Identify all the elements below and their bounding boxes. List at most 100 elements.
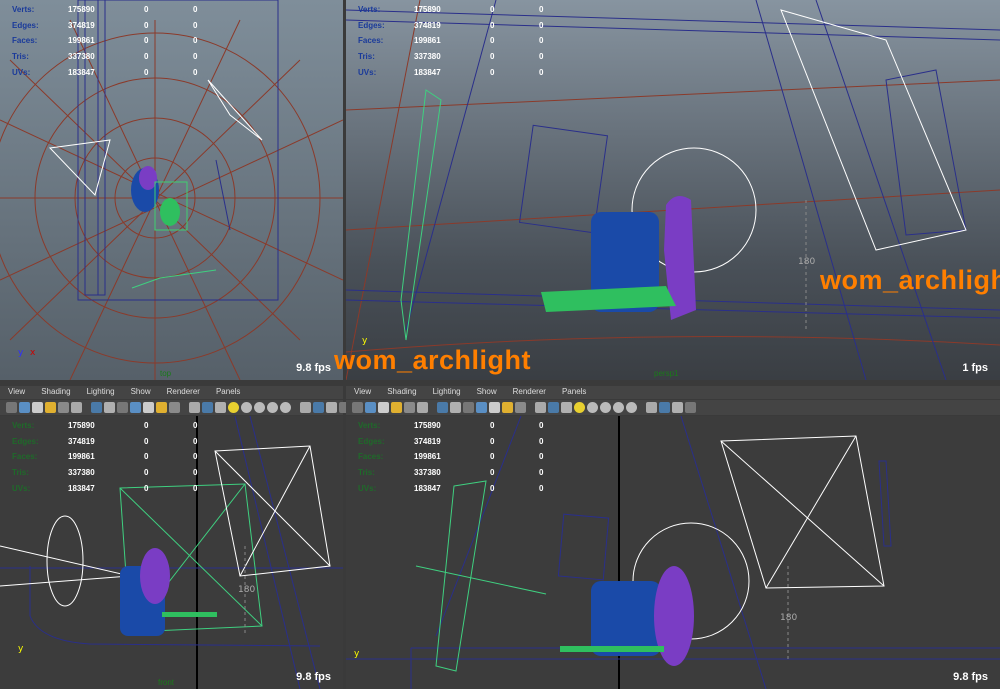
menu-lighting[interactable]: Lighting	[425, 386, 469, 399]
wireframe-icon[interactable]	[535, 402, 546, 413]
dimension-label-persp: 180	[798, 257, 815, 267]
bookmark-icon[interactable]	[378, 402, 389, 413]
stat-row: Faces: 199861 0 0	[12, 33, 233, 49]
image-plane-icon[interactable]	[45, 402, 56, 413]
menu-show[interactable]: Show	[123, 386, 159, 399]
screen-space-ao-icon[interactable]	[254, 402, 265, 413]
anti-alias-icon[interactable]	[626, 402, 637, 413]
viewport-top[interactable]: y x Verts: 175890 0 0 Edges: 374819 0 0 Faces: 19…	[0, 0, 343, 380]
resolution-gate-icon[interactable]	[463, 402, 474, 413]
xray-icon[interactable]	[313, 402, 324, 413]
smooth-shade-icon[interactable]	[548, 402, 559, 413]
fps-readout-side: 9.8 fps	[953, 671, 988, 683]
stat-value: 183847	[68, 483, 95, 493]
stat-row: Tris: 337380 0 0	[358, 465, 579, 481]
bookmark-icon[interactable]	[32, 402, 43, 413]
stat-row: Verts: 175890 0 0	[358, 418, 579, 434]
menu-show[interactable]: Show	[469, 386, 505, 399]
stats-hud-top: Verts: 175890 0 0 Edges: 374819 0 0 Faces: 199861…	[12, 2, 233, 80]
stat-value: 374819	[68, 436, 95, 446]
camera-attributes-icon[interactable]	[19, 402, 30, 413]
stat-value: 0	[490, 52, 495, 62]
stat-label: Verts:	[358, 5, 381, 14]
film-gate-icon[interactable]	[104, 402, 115, 413]
smooth-shade-icon[interactable]	[202, 402, 213, 413]
viewport-front[interactable]: 180 y Verts: 175890 0 0 Edges: 374819 0 0 Faces:…	[0, 416, 343, 689]
stat-row: Edges: 374819 0 0	[12, 18, 233, 34]
image-plane-icon[interactable]	[391, 402, 402, 413]
2d-pan-zoom-icon[interactable]	[58, 402, 69, 413]
stat-row: Edges: 374819 0 0	[12, 434, 233, 450]
stat-value: 0	[193, 468, 198, 478]
stat-row: Faces: 199861 0 0	[358, 33, 579, 49]
stat-value: 0	[490, 67, 495, 77]
grid-icon[interactable]	[437, 402, 448, 413]
menu-panels[interactable]: Panels	[208, 386, 248, 399]
stat-value: 183847	[414, 67, 441, 77]
textured-icon[interactable]	[561, 402, 572, 413]
stat-label: Tris:	[12, 468, 29, 478]
isolate-select-icon[interactable]	[646, 402, 657, 413]
fps-readout-persp: 1 fps	[962, 362, 988, 374]
stat-value: 337380	[68, 52, 95, 62]
menu-shading[interactable]: Shading	[33, 386, 78, 399]
stat-value: 0	[193, 52, 198, 62]
stat-value: 0	[193, 483, 198, 493]
camera-select-icon[interactable]	[352, 402, 363, 413]
use-lights-icon[interactable]	[574, 402, 585, 413]
wireframe-icon[interactable]	[189, 402, 200, 413]
stat-value: 0	[193, 436, 198, 446]
menu-view[interactable]: View	[346, 386, 379, 399]
menu-shading[interactable]: Shading	[379, 386, 424, 399]
screen-space-ao-icon[interactable]	[600, 402, 611, 413]
menu-renderer[interactable]: Renderer	[159, 386, 208, 399]
toolbar-separator	[182, 402, 187, 413]
field-chart-icon[interactable]	[143, 402, 154, 413]
stat-row: UVs: 183847 0 0	[12, 65, 233, 81]
menu-view[interactable]: View	[0, 386, 33, 399]
gate-mask-icon[interactable]	[130, 402, 141, 413]
motion-blur-icon[interactable]	[267, 402, 278, 413]
safe-title-icon[interactable]	[515, 402, 526, 413]
stat-value: 374819	[68, 20, 95, 30]
safe-action-icon[interactable]	[502, 402, 513, 413]
menu-panels[interactable]: Panels	[554, 386, 594, 399]
textured-icon[interactable]	[215, 402, 226, 413]
xray-joints-icon[interactable]	[672, 402, 683, 413]
viewport-persp[interactable]: 180 y Verts: 175890 0 0 Edges: 374819 0 0 Faces:…	[346, 0, 1000, 380]
motion-blur-icon[interactable]	[613, 402, 624, 413]
fps-readout-front: 9.8 fps	[296, 671, 331, 683]
gate-mask-icon[interactable]	[476, 402, 487, 413]
resolution-gate-icon[interactable]	[117, 402, 128, 413]
anti-alias-icon[interactable]	[280, 402, 291, 413]
safe-action-icon[interactable]	[156, 402, 167, 413]
stat-row: UVs: 183847 0 0	[358, 65, 579, 81]
stat-value: 0	[539, 20, 544, 30]
stat-label: UVs:	[358, 67, 377, 77]
shadows-icon[interactable]	[241, 402, 252, 413]
xray-icon[interactable]	[659, 402, 670, 413]
film-gate-icon[interactable]	[450, 402, 461, 413]
menu-lighting[interactable]: Lighting	[79, 386, 123, 399]
menu-renderer[interactable]: Renderer	[505, 386, 554, 399]
grease-pencil-icon[interactable]	[71, 402, 82, 413]
stat-label: Tris:	[358, 52, 375, 62]
grease-pencil-icon[interactable]	[417, 402, 428, 413]
xray-joints-icon[interactable]	[326, 402, 337, 413]
xray-components-icon[interactable]	[685, 402, 696, 413]
use-lights-icon[interactable]	[228, 402, 239, 413]
stat-row: Edges: 374819 0 0	[358, 18, 579, 34]
camera-attributes-icon[interactable]	[365, 402, 376, 413]
viewport-side[interactable]: 180 y Verts: 175890 0 0 Edges: 374819 0 0 Faces:…	[346, 416, 1000, 689]
svg-text:y: y	[18, 644, 24, 654]
field-chart-icon[interactable]	[489, 402, 500, 413]
camera-select-icon[interactable]	[6, 402, 17, 413]
fps-readout-top: 9.8 fps	[296, 362, 331, 374]
safe-title-icon[interactable]	[169, 402, 180, 413]
stat-value: 0	[539, 52, 544, 62]
2d-pan-zoom-icon[interactable]	[404, 402, 415, 413]
shadows-icon[interactable]	[587, 402, 598, 413]
grid-icon[interactable]	[91, 402, 102, 413]
isolate-select-icon[interactable]	[300, 402, 311, 413]
svg-text:y: y	[18, 348, 24, 358]
